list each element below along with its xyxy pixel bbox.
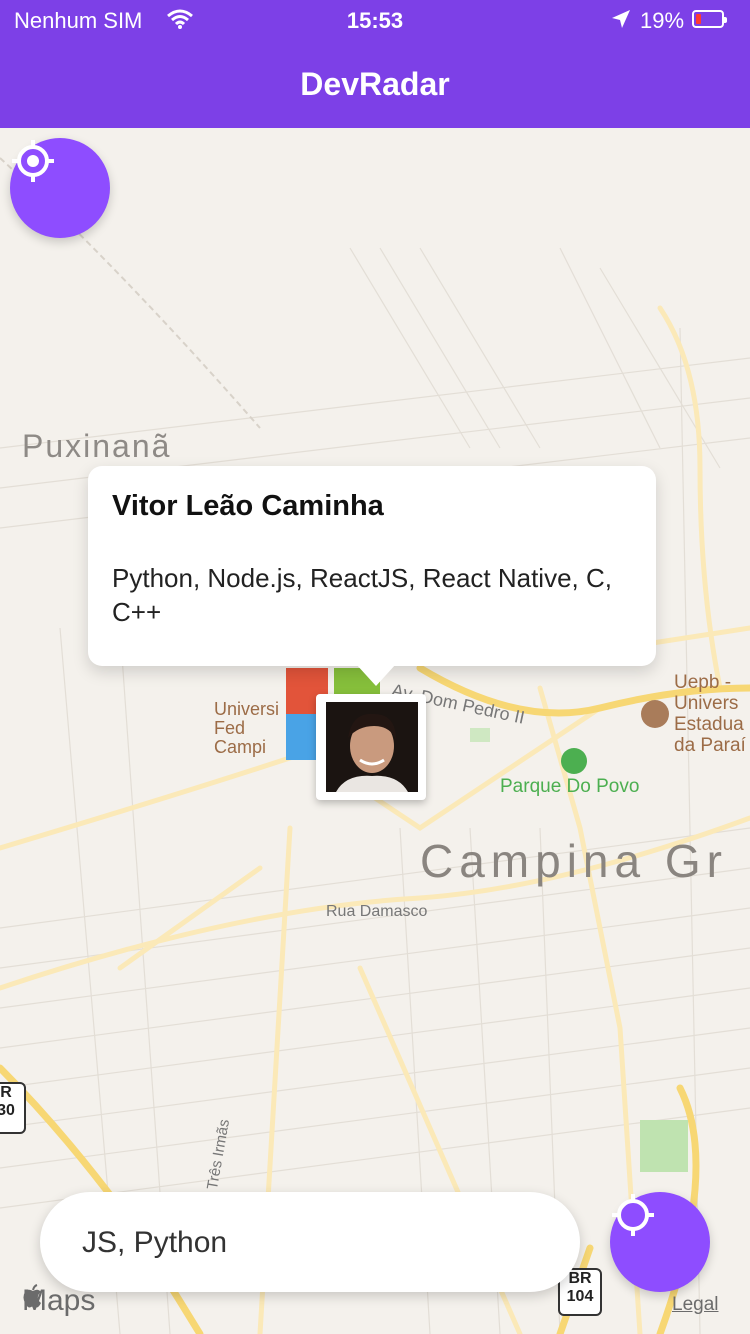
locate-button-top[interactable]	[10, 138, 110, 238]
road-shield-left: R 30	[0, 1082, 26, 1134]
dev-avatar-marker[interactable]	[316, 694, 426, 800]
location-arrow-icon	[610, 8, 632, 36]
map-label-campina: Campina Gr	[420, 835, 728, 887]
map-label-university: Universi Fed Campi	[214, 699, 280, 757]
map-label-damasco: Rua Damasco	[326, 903, 428, 920]
search-bar[interactable]	[40, 1192, 580, 1294]
callout-pointer	[356, 664, 396, 686]
university-icon	[641, 700, 669, 728]
dev-callout[interactable]: Vitor Leão Caminha Python, Node.js, Reac…	[88, 466, 656, 666]
status-bar: Nenhum SIM 15:53 19%	[0, 0, 750, 40]
park-icon	[561, 748, 587, 774]
search-input[interactable]	[80, 1192, 544, 1294]
battery-percent: 19%	[640, 8, 685, 33]
maps-attribution: Maps	[22, 1284, 96, 1317]
legal-link[interactable]: Legal	[672, 1294, 719, 1316]
locate-button-bottom[interactable]	[610, 1192, 710, 1292]
map-label-uepb: Uepb - Univers Estadua da Paraí	[674, 672, 746, 756]
dev-name: Vitor Leão Caminha	[112, 490, 384, 522]
avatar	[326, 702, 418, 792]
map-label-parque: Parque Do Povo	[500, 776, 640, 797]
map-label-puxinana: Puxinanã	[22, 428, 172, 464]
page-title: DevRadar	[300, 66, 450, 102]
dev-techs: Python, Node.js, ReactJS, React Native, …	[112, 563, 612, 627]
nav-bar: DevRadar	[0, 40, 750, 128]
map-view[interactable]: Puxinanã Campina Gr Parque Do Povo Uepb …	[0, 128, 750, 1334]
status-time: 15:53	[346, 8, 404, 33]
battery-icon	[692, 10, 727, 28]
